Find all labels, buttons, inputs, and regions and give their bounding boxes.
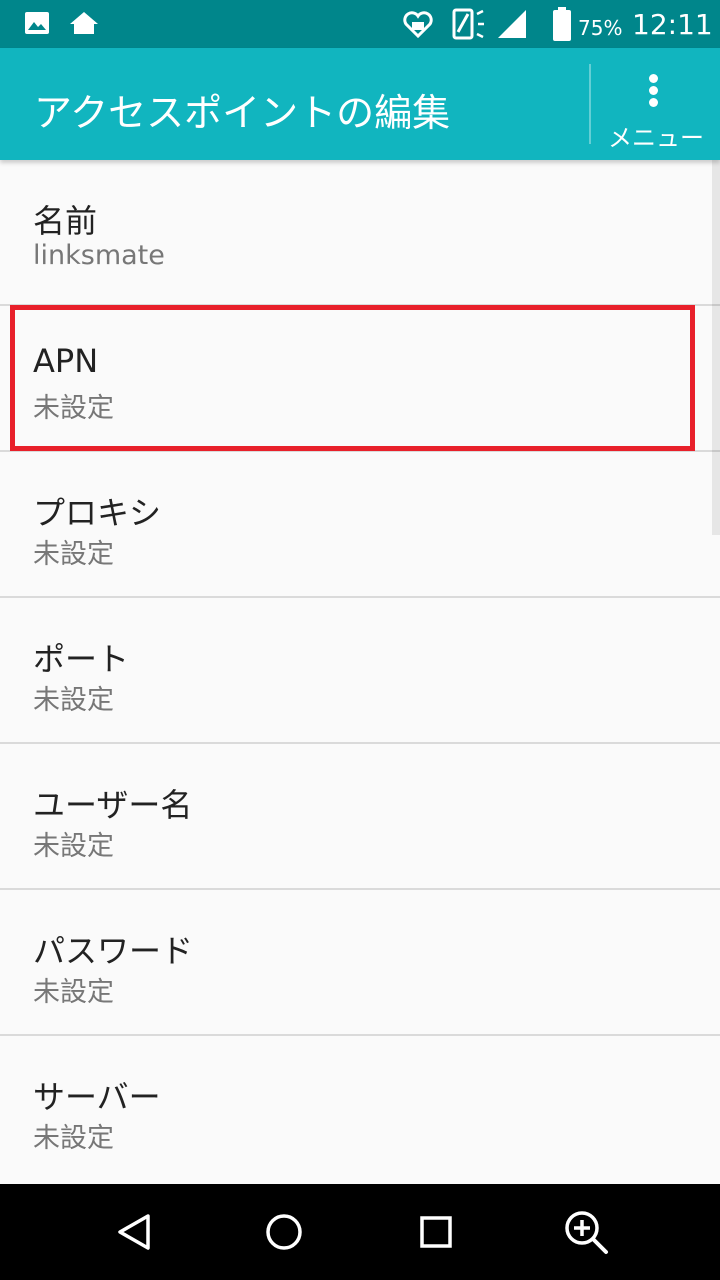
home-circle-icon[interactable] xyxy=(260,1208,308,1256)
item-summary: 未設定 xyxy=(33,685,114,716)
battery-percent: 75% xyxy=(578,16,623,40)
vibrate-icon xyxy=(452,8,486,44)
heart-notification-icon xyxy=(402,8,434,44)
item-summary: 未設定 xyxy=(33,1123,114,1154)
navigation-bar xyxy=(0,1184,720,1280)
more-vert-icon xyxy=(647,74,659,110)
item-summary: 未設定 xyxy=(33,831,114,862)
battery-icon xyxy=(552,6,572,46)
list-item-port[interactable]: ポート 未設定 xyxy=(0,598,720,744)
zoom-in-icon[interactable] xyxy=(562,1208,610,1256)
signal-icon xyxy=(496,8,528,44)
item-title: プロキシ xyxy=(33,494,162,532)
status-bar: 75% 12:11 xyxy=(0,0,720,48)
item-title: APN xyxy=(33,342,99,380)
item-summary: 未設定 xyxy=(33,539,114,570)
list-item-password[interactable]: パスワード 未設定 xyxy=(0,890,720,1036)
list-item-apn[interactable]: APN 未設定 xyxy=(0,306,720,452)
home-icon xyxy=(68,10,100,40)
list-item-username[interactable]: ユーザー名 未設定 xyxy=(0,744,720,890)
menu-divider xyxy=(589,64,591,144)
list-item-server[interactable]: サーバー 未設定 xyxy=(0,1036,720,1182)
menu-label: メニュー xyxy=(608,124,704,152)
clock: 12:11 xyxy=(632,8,713,41)
recents-icon[interactable] xyxy=(412,1208,460,1256)
item-title: パスワード xyxy=(33,932,194,970)
item-title: ポート xyxy=(33,640,130,678)
item-summary: linksmate xyxy=(33,240,165,271)
item-title: 名前 xyxy=(33,202,98,240)
list-item-name[interactable]: 名前 linksmate xyxy=(0,160,720,306)
item-title: ユーザー名 xyxy=(33,786,193,824)
app-bar: アクセスポイントの編集 メニュー xyxy=(0,48,720,160)
image-icon xyxy=(24,11,50,39)
item-title: サーバー xyxy=(33,1078,161,1116)
item-summary: 未設定 xyxy=(33,977,114,1008)
item-summary: 未設定 xyxy=(33,393,114,424)
menu-button[interactable]: メニュー xyxy=(592,48,720,160)
apn-settings-list: 名前 linksmate APN 未設定 プロキシ 未設定 ポート 未設定 ユー… xyxy=(0,160,720,1182)
page-title: アクセスポイントの編集 xyxy=(34,91,451,135)
scrollbar[interactable] xyxy=(712,160,720,535)
back-icon[interactable] xyxy=(110,1208,158,1256)
list-item-proxy[interactable]: プロキシ 未設定 xyxy=(0,452,720,598)
